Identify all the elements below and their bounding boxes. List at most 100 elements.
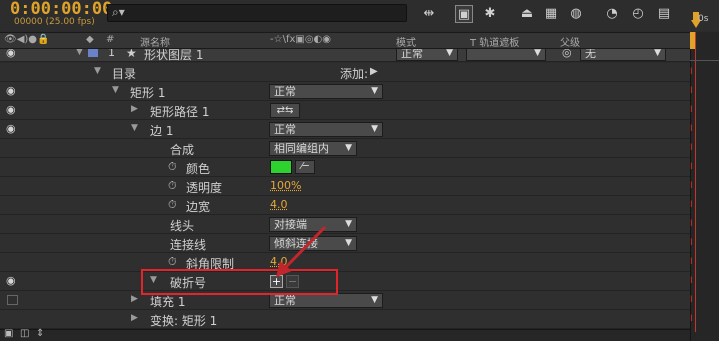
timeline-marker-icon: I — [690, 67, 693, 77]
opacity-row[interactable]: ⏱ 透明度 100% — [0, 177, 690, 196]
timeline-marker-icon: I — [690, 295, 693, 305]
eye-icon[interactable]: ◉ — [6, 275, 20, 287]
layer-switches-toggle-icon[interactable]: ▣ — [4, 328, 13, 339]
rect-group-mode-select[interactable]: 正常 ▼ — [269, 84, 383, 99]
rectangle-group-row[interactable]: ◉ ▼ 矩形 1 正常 ▼ — [0, 82, 690, 101]
col-source-name[interactable]: 源名称 — [140, 34, 170, 49]
motion-blur-icon[interactable]: ◍ — [567, 5, 585, 23]
timeline-marker-icon: I — [690, 143, 693, 153]
parent-select[interactable]: 无 ▼ — [580, 49, 666, 61]
composite-row[interactable]: 合成 相同编组内 ▼ — [0, 139, 690, 158]
layer-column-header: 👁◀)●🔒 ◆ # 源名称 -☆\fx▣◎◐◉ 模式 T 轨道遮板 父级 — [0, 32, 690, 49]
label-color-swatch[interactable] — [88, 49, 98, 57]
current-time-indicator[interactable] — [695, 32, 696, 332]
timeline-marker-icon: I — [690, 124, 693, 134]
timeline-marker-icon: I — [690, 257, 693, 267]
layer-row[interactable]: ◉ 1 ▼ ★ 形状图层 1 正常 ▼ ▼ ◎ 无 ▼ — [0, 49, 690, 62]
transform-label[interactable]: 变换: 矩形 1 — [150, 312, 217, 329]
rect-path-label[interactable]: 矩形路径 1 — [150, 103, 209, 120]
stopwatch-icon[interactable]: ⏱ — [168, 160, 177, 174]
brainstorm-icon[interactable]: ◴ — [629, 5, 647, 23]
add-button[interactable]: 添加: — [340, 65, 368, 82]
rect-path-row[interactable]: ◉ ▶ 矩形路径 1 ⇄⇆ — [0, 101, 690, 120]
fill-row[interactable]: ▶ 填充 1 正常 ▼ — [0, 291, 690, 310]
layer-name[interactable]: 形状图层 1 — [144, 49, 203, 61]
transform-chevron-icon[interactable]: ▶ — [131, 313, 138, 323]
stroke-label[interactable]: 边 1 — [150, 122, 173, 139]
eye-icon[interactable]: ◉ — [6, 49, 20, 59]
eyedropper-icon[interactable]: ⁄─ — [295, 160, 315, 174]
timeline-footer: ▣ ◫ ⇕ — [0, 328, 690, 341]
search-input[interactable]: ⌕▾ — [107, 4, 407, 22]
trkmat-select[interactable]: ▼ — [466, 49, 546, 61]
annotation-arrow-icon — [276, 225, 327, 277]
stroke-chevron-icon[interactable]: ▼ — [131, 123, 138, 133]
line-cap-label: 线头 — [170, 219, 195, 233]
stroke-width-value[interactable]: 4.0 — [270, 198, 288, 211]
fill-label[interactable]: 填充 1 — [150, 293, 185, 310]
stroke-mode-select[interactable]: 正常 ▼ — [269, 122, 383, 137]
add-arrow-icon[interactable]: ▶ — [370, 66, 378, 77]
comp-panel-toolbar: 0:00:00:00 00000 (25.00 fps) ⌕▾ ⇹ ▣ ✱ ⏏ … — [0, 0, 719, 31]
col-number[interactable]: # — [106, 34, 114, 45]
timeline-marker-icon: I — [690, 200, 693, 210]
opacity-value[interactable]: 100% — [270, 179, 301, 192]
col-trkmat[interactable]: T 轨道遮板 — [470, 34, 519, 49]
stroke-width-row[interactable]: ⏱ 边宽 4.0 — [0, 196, 690, 215]
miter-limit-row[interactable]: ⏱ 斜角限制 4.0 — [0, 253, 690, 272]
timeline-marker-icon: I — [690, 276, 693, 286]
timeline-marker-icon: I — [690, 219, 693, 229]
contents-chevron-icon[interactable]: ▼ — [94, 66, 101, 76]
stopwatch-icon[interactable]: ⏱ — [168, 179, 177, 193]
in-out-toggle-icon[interactable]: ⇕ — [36, 328, 44, 339]
line-join-row[interactable]: 连接线 倾斜连接 ▼ — [0, 234, 690, 253]
color-row[interactable]: ⏱ 颜色 ⁄─ — [0, 158, 690, 177]
eye-icon[interactable]: ◉ — [6, 104, 20, 116]
line-cap-row[interactable]: 线头 对接端 ▼ — [0, 215, 690, 234]
visibility-checkbox[interactable] — [7, 295, 18, 305]
col-switches[interactable]: -☆\fx▣◎◐◉ — [270, 34, 331, 45]
stroke-row[interactable]: ◉ ▼ 边 1 正常 ▼ — [0, 120, 690, 139]
live-update-icon[interactable]: ▣ — [455, 5, 473, 23]
rect-group-label[interactable]: 矩形 1 — [130, 84, 165, 101]
transform-row[interactable]: ▶ 变换: 矩形 1 — [0, 310, 690, 329]
stopwatch-icon[interactable]: ⏱ — [168, 255, 177, 269]
composite-select[interactable]: 相同编组内 ▼ — [269, 141, 357, 156]
stroke-width-label: 边宽 — [186, 200, 211, 214]
layer-mode-select[interactable]: 正常 ▼ — [396, 49, 458, 61]
comp-mini-flowchart-icon[interactable]: ⇹ — [420, 5, 438, 23]
composite-label: 合成 — [170, 143, 195, 157]
contents-row[interactable]: ▼ 目录 添加: ▶ — [0, 63, 690, 82]
fill-chevron-icon[interactable]: ▶ — [131, 294, 138, 304]
layer-expand-chevron-icon[interactable]: ▼ — [76, 49, 83, 57]
fill-mode-select[interactable]: 正常 ▼ — [269, 293, 383, 308]
eye-icon[interactable]: ◉ — [6, 85, 20, 97]
path-direction-icon[interactable]: ⇄⇆ — [270, 103, 300, 118]
timeline-marker-icon: I — [690, 162, 693, 172]
opacity-label: 透明度 — [186, 181, 223, 195]
rect-group-chevron-icon[interactable]: ▼ — [112, 85, 119, 95]
hide-shy-layers-icon[interactable]: ⏏ — [518, 5, 536, 23]
search-icon: ⌕▾ — [112, 5, 125, 19]
graph-editor-icon[interactable]: ◔ — [603, 5, 621, 23]
timeline-marker-icon: I — [690, 181, 693, 191]
frame-blending-icon[interactable]: ▦ — [542, 5, 560, 23]
av-features-header-icon[interactable]: 👁◀)●🔒 — [4, 34, 49, 45]
color-label: 颜色 — [186, 162, 211, 176]
modes-toggle-icon[interactable]: ◫ — [20, 328, 29, 339]
col-mode[interactable]: 模式 — [396, 34, 416, 49]
stopwatch-icon[interactable]: ⏱ — [168, 198, 177, 212]
eye-icon[interactable]: ◉ — [6, 123, 20, 135]
rect-path-chevron-icon[interactable]: ▶ — [131, 104, 138, 114]
timeline-divider — [690, 60, 719, 61]
timeline-marker-icon: I — [690, 238, 693, 248]
label-header-icon[interactable]: ◆ — [86, 34, 94, 45]
color-swatch[interactable] — [270, 160, 292, 174]
dashes-row[interactable]: ◉ ▼ 破折号 + − — [0, 272, 690, 291]
parent-pickwhip-icon[interactable]: ◎ — [562, 49, 572, 59]
timeline-marker-icon: I — [690, 86, 693, 96]
auto-keyframe-icon[interactable]: ▤ — [655, 5, 673, 23]
ruler-time-label: 0s — [698, 14, 709, 24]
draft-3d-icon[interactable]: ✱ — [481, 5, 499, 23]
col-parent[interactable]: 父级 — [560, 34, 580, 49]
